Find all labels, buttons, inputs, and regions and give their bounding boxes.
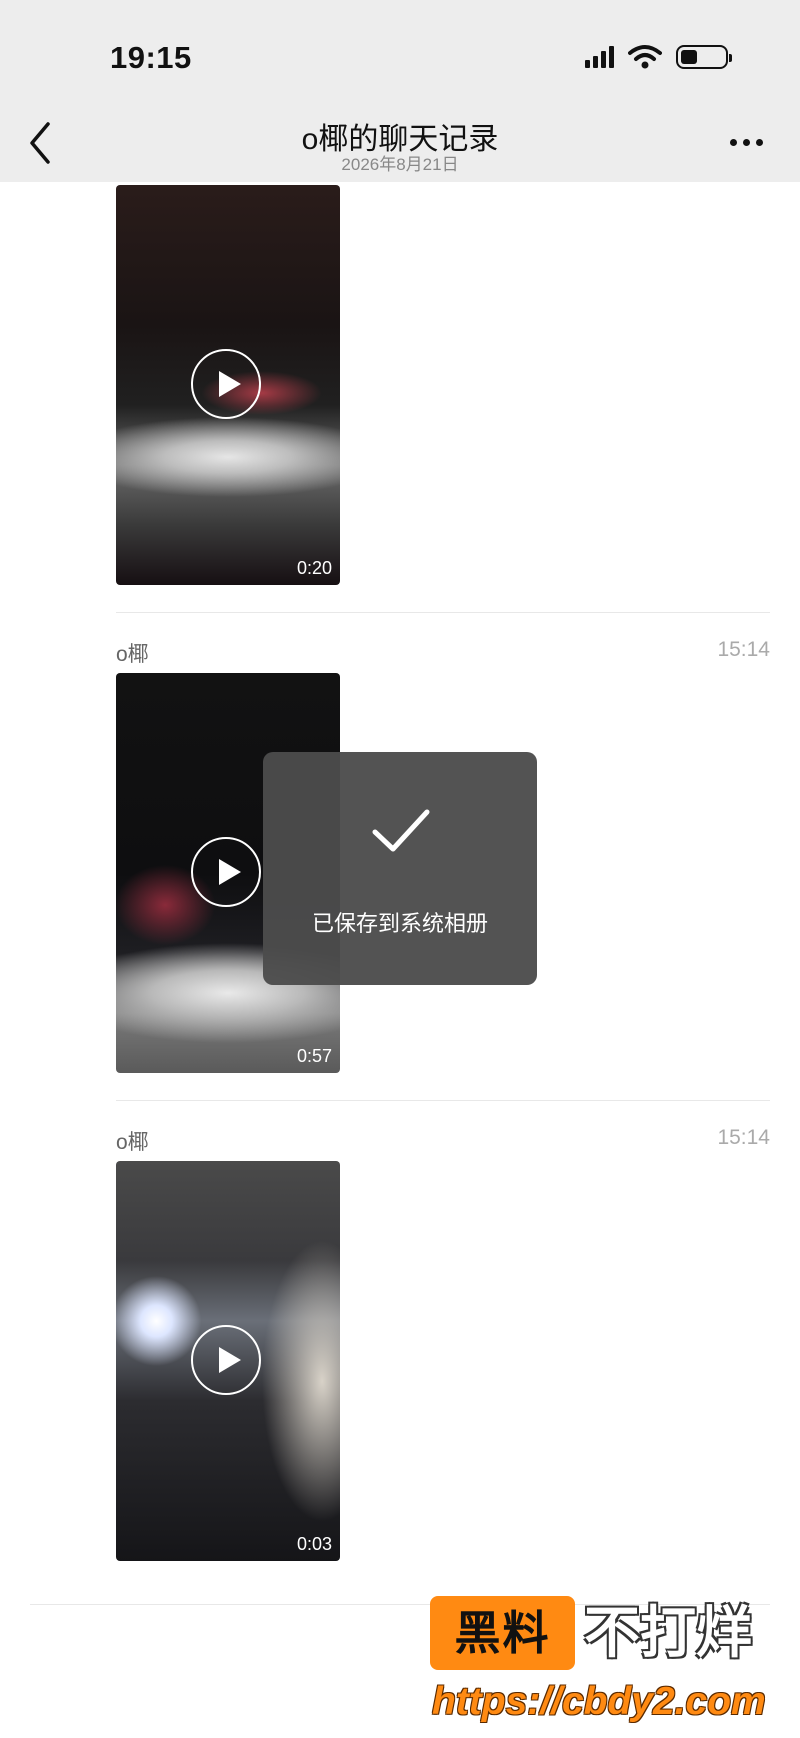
saved-toast: 已保存到系统相册 <box>263 752 537 985</box>
watermark-text: 不打烊 <box>584 1601 752 1664</box>
play-icon[interactable] <box>191 837 261 907</box>
video-duration: 0:03 <box>296 1534 332 1554</box>
video-duration: 0:57 <box>296 1046 332 1066</box>
message-sender: o椰 <box>116 643 149 666</box>
toast-message: 已保存到系统相册 <box>311 911 488 936</box>
more-button[interactable] <box>730 130 770 154</box>
message-divider <box>116 612 770 613</box>
video-thumbnail[interactable]: 0:20 <box>116 185 340 585</box>
chat-date: 2026年8月21日 <box>341 155 459 174</box>
top-bar: 19:15 o椰的聊天记录 2026年8月21日 <box>0 0 800 182</box>
message-time: 15:14 <box>717 638 770 661</box>
video-duration: 0:20 <box>296 558 332 578</box>
play-icon[interactable] <box>191 1325 261 1395</box>
signal-icon <box>585 46 614 68</box>
status-icons <box>585 42 732 72</box>
status-time: 19:15 <box>110 40 192 75</box>
message-sender: o椰 <box>116 1131 149 1154</box>
watermark-url: https://cbdy2.com <box>432 1680 766 1723</box>
watermark-logo: 黑料 <box>430 1596 575 1670</box>
watermark: 黑料 不打烊 https://cbdy2.com <box>430 1596 795 1731</box>
video-thumbnail[interactable]: 0:03 <box>116 1161 340 1561</box>
message-time: 15:14 <box>717 1126 770 1149</box>
battery-icon <box>676 45 732 69</box>
wifi-icon <box>628 45 662 69</box>
play-icon[interactable] <box>191 349 261 419</box>
check-icon <box>372 809 430 852</box>
message-divider <box>116 1100 770 1101</box>
more-icon <box>730 138 737 146</box>
